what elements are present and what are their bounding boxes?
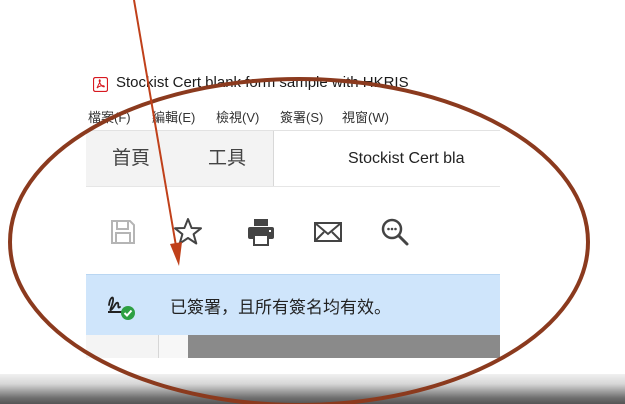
menu-sign[interactable]: 簽署(S) [280, 107, 323, 126]
app-window: Stockist Cert blank form sample with HKR… [86, 66, 500, 358]
tab-home[interactable]: 首頁 [112, 131, 150, 187]
document-view[interactable] [188, 335, 500, 358]
menu-view[interactable]: 檢視(V) [216, 107, 259, 126]
menu-file[interactable]: 檔案(F) [88, 107, 131, 126]
title-bar: Stockist Cert blank form sample with HKR… [86, 66, 500, 102]
mail-icon[interactable] [311, 215, 345, 249]
signature-valid-icon [106, 289, 136, 321]
tab-tools[interactable]: 工具 [208, 131, 246, 187]
left-navigation-pane [86, 335, 158, 358]
signature-status-bar: 已簽署，且所有簽名均有效。 [86, 274, 500, 335]
tab-bar: 首頁 工具 Stockist Cert bla [86, 130, 500, 187]
search-zoom-icon[interactable] [378, 215, 412, 249]
signature-status-message: 已簽署，且所有簽名均有效。 [170, 298, 391, 317]
window-title: Stockist Cert blank form sample with HKR… [116, 74, 409, 91]
menu-bar: 檔案(F) 編輯(E) 檢視(V) 簽署(S) 視窗(W) [86, 102, 500, 130]
menu-edit[interactable]: 編輯(E) [152, 107, 195, 126]
save-icon[interactable] [106, 215, 140, 249]
print-icon[interactable] [244, 215, 278, 249]
tab-document[interactable]: Stockist Cert bla [274, 131, 500, 187]
tab-document-label: Stockist Cert bla [348, 150, 465, 167]
pdf-reader-icon [92, 76, 109, 93]
toolbar [86, 186, 500, 275]
pane-splitter[interactable] [158, 335, 189, 358]
star-icon[interactable] [171, 215, 205, 249]
menu-window[interactable]: 視窗(W) [342, 107, 389, 126]
bottom-shadow-band [0, 374, 625, 404]
